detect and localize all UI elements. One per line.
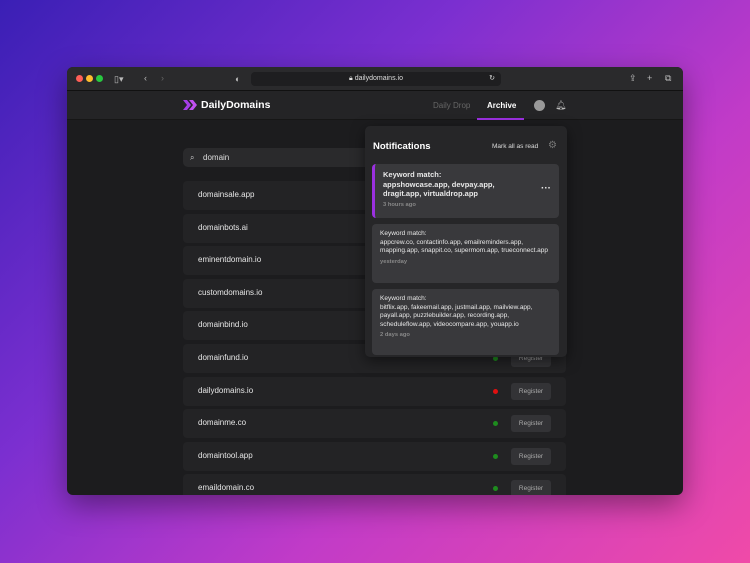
tabs-overview-icon[interactable]: ⧉	[665, 73, 671, 83]
logo[interactable]: DailyDomains	[183, 99, 270, 111]
domain-name: domaintool.app	[198, 451, 253, 460]
lock-icon: 🔒︎	[349, 75, 353, 82]
domain-row: emaildomain.co Register	[183, 474, 566, 495]
logo-icon	[183, 100, 198, 110]
status-indicator	[493, 389, 498, 394]
notification-title: Keyword match:	[380, 230, 551, 239]
back-icon[interactable]: ‹	[144, 73, 147, 83]
notification-time: 3 hours ago	[383, 201, 551, 211]
nav-daily-drop[interactable]: Daily Drop	[433, 101, 470, 110]
domain-name: domainbind.io	[198, 320, 248, 329]
status-indicator	[493, 486, 498, 491]
domain-name: domainme.co	[198, 418, 246, 427]
logo-text: DailyDomains	[201, 99, 270, 111]
domain-row: domainme.co Register	[183, 409, 566, 438]
domain-row: dailydomains.io Register	[183, 377, 566, 406]
register-button[interactable]: Register	[511, 415, 551, 432]
notification-title: Keyword match:	[380, 295, 551, 304]
nav-archive[interactable]: Archive	[487, 101, 516, 110]
domain-name: domainfund.io	[198, 353, 248, 362]
notifications-title: Notifications	[373, 141, 431, 152]
url-text: dailydomains.io	[355, 75, 403, 82]
notification-item[interactable]: Keyword match: bitflix.app, fakeemail.ap…	[372, 289, 559, 355]
register-button[interactable]: Register	[511, 383, 551, 400]
register-button[interactable]: Register	[511, 448, 551, 465]
new-tab-icon[interactable]: +	[647, 73, 652, 83]
active-tab-indicator	[477, 118, 524, 120]
domain-name: domainsale.app	[198, 190, 254, 199]
share-icon[interactable]: ⇪	[629, 73, 637, 83]
notification-body: bitflix.app, fakeemail.app, justmail.app…	[380, 304, 551, 330]
shield-icon[interactable]: ◐	[235, 74, 240, 84]
settings-gear-icon[interactable]: ⚙	[548, 140, 557, 151]
mark-all-read-button[interactable]: Mark all as read	[492, 143, 538, 150]
close-window-button[interactable]	[76, 75, 83, 82]
notification-item[interactable]: Keyword match: appcrew.co, contactinfo.a…	[372, 224, 559, 283]
status-indicator	[493, 454, 498, 459]
more-options-icon[interactable]: ···	[541, 184, 551, 194]
domain-name: dailydomains.io	[198, 386, 253, 395]
notification-time: 2 days ago	[380, 331, 551, 340]
bell-icon[interactable]: 🔔︎	[555, 100, 566, 110]
reload-icon[interactable]: ↻	[489, 72, 495, 86]
domain-name: customdomains.io	[198, 288, 262, 297]
browser-window: ▯▾ ‹ › ◐ 🔒︎ dailydomains.io ↻ ⇪ + ⧉ Daily…	[67, 67, 683, 495]
notification-body: appcrew.co, contactinfo.app, emailremind…	[380, 239, 551, 256]
notification-body: appshowcase.app, devpay.app, dragit.app,…	[383, 180, 533, 199]
search-icon: ⌕	[190, 148, 194, 167]
search-input[interactable]: ⌕ domain	[183, 148, 383, 167]
domain-name: emaildomain.co	[198, 483, 254, 492]
maximize-window-button[interactable]	[96, 75, 103, 82]
search-value: domain	[203, 153, 229, 162]
register-button[interactable]: Register	[511, 480, 551, 495]
address-bar[interactable]: 🔒︎ dailydomains.io ↻	[251, 72, 501, 86]
notification-title: Keyword match:	[383, 170, 551, 180]
browser-toolbar: ▯▾ ‹ › ◐ 🔒︎ dailydomains.io ↻ ⇪ + ⧉	[67, 67, 683, 91]
domain-name: domainbots.ai	[198, 223, 248, 232]
status-indicator	[493, 421, 498, 426]
domain-name: eminentdomain.io	[198, 255, 261, 264]
notification-time: yesterday	[380, 258, 551, 267]
app-header: DailyDomains Daily Drop Archive 🔔︎	[67, 91, 683, 120]
sidebar-toggle-icon[interactable]: ▯▾	[114, 74, 123, 84]
notifications-panel: Notifications Mark all as read ⚙ Keyword…	[365, 126, 567, 357]
notification-item[interactable]: Keyword match: appshowcase.app, devpay.a…	[372, 164, 559, 218]
account-icon[interactable]	[534, 100, 545, 111]
forward-icon: ›	[161, 73, 164, 83]
domain-row: domaintool.app Register	[183, 442, 566, 471]
minimize-window-button[interactable]	[86, 75, 93, 82]
